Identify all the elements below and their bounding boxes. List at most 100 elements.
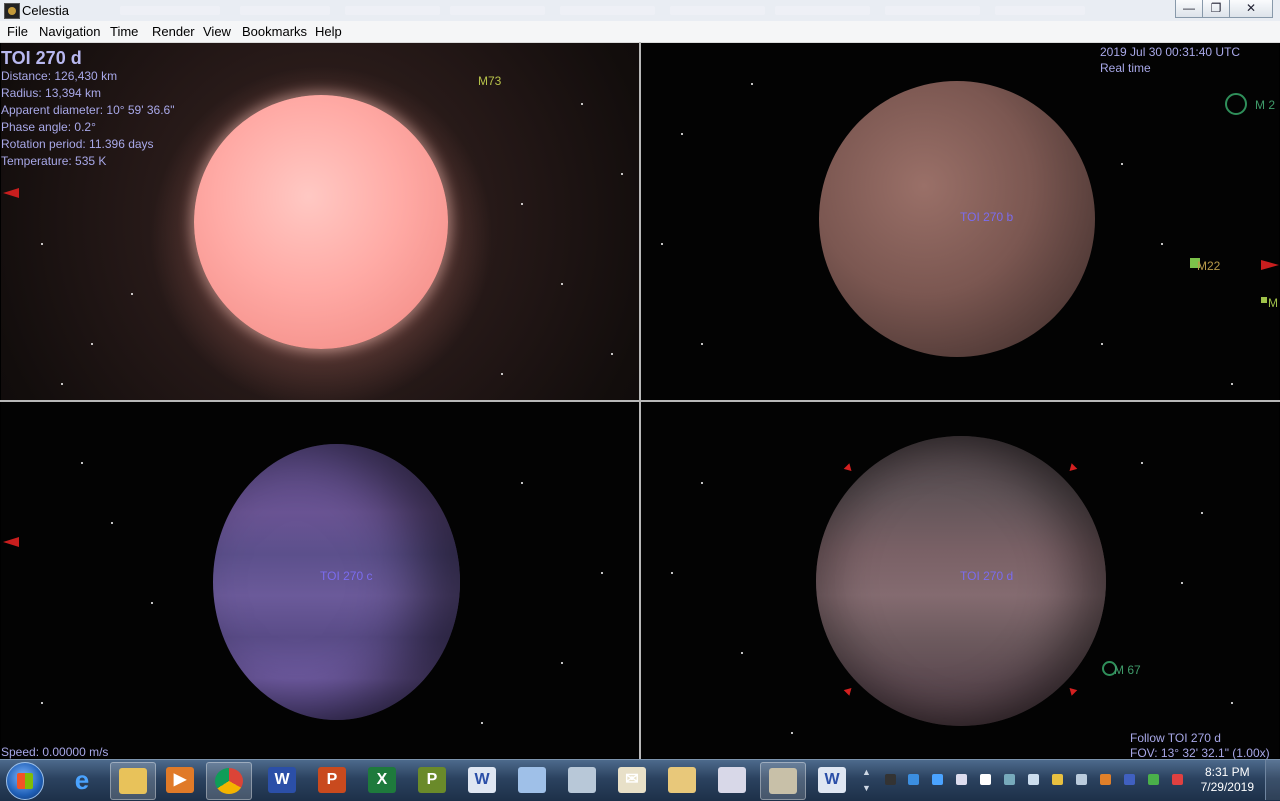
star-point	[1181, 582, 1183, 584]
taskbar-mail[interactable]: ✉	[610, 762, 654, 798]
taskbar-image-viewer[interactable]	[510, 762, 554, 798]
menu-navigation[interactable]: Navigation	[39, 24, 100, 39]
star-point	[61, 383, 63, 385]
title-bar: Celestia — ❐ ✕	[0, 0, 1280, 22]
hud-follow-panel: Follow TOI 270 d FOV: 13° 32' 32.1" (1.0…	[1130, 731, 1270, 761]
star-point	[41, 702, 43, 704]
time-mode: Real time	[1100, 61, 1151, 75]
planet-toi-270-b[interactable]	[819, 81, 1095, 357]
taskbar-publisher[interactable]: P	[410, 762, 454, 798]
direction-marker-left	[3, 537, 19, 547]
star-point	[661, 243, 663, 245]
star-point	[151, 602, 153, 604]
star-toi-270[interactable]	[194, 95, 448, 349]
title-bar-ghost	[670, 6, 765, 15]
celestia-icon	[769, 768, 797, 794]
show-desktop-button[interactable]	[1265, 760, 1280, 800]
star-point	[1201, 512, 1203, 514]
star-point	[111, 522, 113, 524]
star-point	[701, 482, 703, 484]
chrome-icon	[215, 768, 243, 794]
volume-icon[interactable]	[1028, 774, 1039, 785]
taskbar-chrome[interactable]	[206, 762, 252, 800]
dso-label-m22[interactable]: M22	[1197, 259, 1220, 273]
dso-label-m-edge[interactable]: M	[1268, 296, 1278, 310]
taskbar-tool[interactable]	[560, 762, 604, 798]
hud-info-panel: TOI 270 d Distance: 126,430 km Radius: 1…	[1, 48, 174, 168]
info-temperature: Temperature: 535 K	[1, 154, 107, 168]
viewport-top-right[interactable]: TOI 270 b M 2 M22 M	[641, 43, 1279, 400]
info-apparent-diameter: Apparent diameter: 10° 59' 36.6"	[1, 103, 175, 117]
dso-label-m67[interactable]: M 67	[1114, 663, 1141, 677]
tray-app-icon[interactable]	[885, 774, 896, 785]
taskbar-media-player[interactable]: ▶	[158, 762, 202, 798]
clock-time: 8:31 PM	[1204, 765, 1250, 779]
star-point	[611, 353, 613, 355]
selection-corner-icon	[1066, 463, 1078, 474]
start-button[interactable]	[6, 762, 44, 800]
media-player-icon: ▶	[166, 767, 194, 793]
tray-app-icon[interactable]	[1148, 774, 1159, 785]
network-icon[interactable]	[1076, 774, 1087, 785]
star-point	[561, 662, 563, 664]
star-point	[1161, 243, 1163, 245]
direction-marker-left	[3, 188, 19, 198]
onedrive-icon[interactable]	[932, 774, 943, 785]
tray-app-icon[interactable]	[1124, 774, 1135, 785]
viewport-bottom-left[interactable]: TOI 270 c	[1, 402, 639, 758]
taskbar-file-explorer[interactable]	[110, 762, 156, 800]
star-point	[131, 293, 133, 295]
display-icon[interactable]	[1004, 774, 1015, 785]
taskbar-scroll-arrows[interactable]: ▲ ▼	[862, 764, 871, 796]
restore-button[interactable]: ❐	[1202, 0, 1230, 18]
clock-date: 7/29/2019	[1200, 780, 1254, 794]
menu-render[interactable]: Render	[152, 24, 195, 39]
dropbox-icon[interactable]	[908, 774, 919, 785]
minimize-button[interactable]: —	[1175, 0, 1203, 18]
star-point	[681, 133, 683, 135]
menu-bookmarks[interactable]: Bookmarks	[242, 24, 307, 39]
planet-label-b[interactable]: TOI 270 b	[960, 210, 1013, 224]
taskbar-word[interactable]: W	[260, 762, 304, 798]
taskbar-clock[interactable]: 8:31 PM 7/29/2019	[1201, 765, 1254, 795]
taskbar-celestia[interactable]	[760, 762, 806, 800]
star-point	[601, 572, 603, 574]
taskbar-internet-explorer[interactable]: e	[60, 762, 104, 798]
menu-bar: File Navigation Time Render View Bookmar…	[0, 21, 1280, 43]
taskbar-outlook[interactable]	[660, 762, 704, 798]
taskbar-paint[interactable]	[710, 762, 754, 798]
title-bar-ghost	[120, 6, 220, 15]
star-point	[1121, 163, 1123, 165]
word-document-icon: W	[468, 767, 496, 793]
star-point	[751, 83, 753, 85]
star-point	[1141, 462, 1143, 464]
menu-view[interactable]: View	[203, 24, 231, 39]
viewport-bottom-right[interactable]: TOI 270 d M 67	[641, 402, 1279, 758]
current-datetime: 2019 Jul 30 00:31:40 UTC	[1100, 45, 1241, 59]
planet-label-d[interactable]: TOI 270 d	[960, 569, 1013, 583]
taskbar-word-document-2[interactable]: W	[810, 762, 854, 798]
java-icon[interactable]	[1100, 774, 1111, 785]
dso-label-m73[interactable]: M73	[478, 74, 501, 88]
flag-icon[interactable]	[980, 774, 991, 785]
taskbar-powerpoint[interactable]: P	[310, 762, 354, 798]
menu-time[interactable]: Time	[110, 24, 138, 39]
selected-object-name: TOI 270 d	[1, 48, 82, 68]
menu-help[interactable]: Help	[315, 24, 342, 39]
star-point	[1231, 383, 1233, 385]
star-point	[41, 243, 43, 245]
dso-label-m2[interactable]: M 2	[1255, 98, 1275, 112]
celestia-app-icon[interactable]	[4, 3, 20, 19]
paint-icon	[718, 767, 746, 793]
planet-label-c[interactable]: TOI 270 c	[320, 569, 372, 583]
menu-file[interactable]: File	[7, 24, 28, 39]
taskbar-word-document[interactable]: W	[460, 762, 504, 798]
shield-icon[interactable]	[1052, 774, 1063, 785]
taskbar-excel[interactable]: X	[360, 762, 404, 798]
close-button[interactable]: ✕	[1229, 0, 1273, 18]
tray-app-icon[interactable]	[1172, 774, 1183, 785]
powerpoint-icon: P	[318, 767, 346, 793]
cloud-icon[interactable]	[956, 774, 967, 785]
viewport-divider-horizontal[interactable]	[0, 400, 1280, 402]
title-bar-ghost	[345, 6, 440, 15]
